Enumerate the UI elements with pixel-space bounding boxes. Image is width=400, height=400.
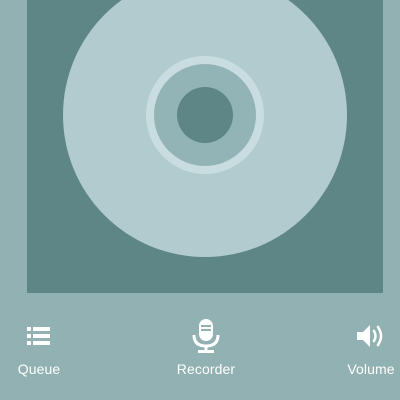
queue-list-icon	[22, 318, 56, 354]
queue-button[interactable]: Queue	[10, 318, 68, 377]
microphone-icon	[189, 318, 223, 354]
music-player-screen: Queue Recorder Volume	[0, 0, 400, 400]
speaker-volume-icon	[354, 318, 388, 354]
album-art	[27, 0, 383, 293]
queue-label: Queue	[17, 361, 61, 377]
recorder-button[interactable]: Recorder	[166, 318, 246, 377]
recorder-label: Recorder	[176, 361, 236, 377]
volume-button[interactable]: Volume	[342, 318, 400, 377]
disc-icon	[63, 0, 347, 257]
volume-label: Volume	[347, 361, 395, 377]
